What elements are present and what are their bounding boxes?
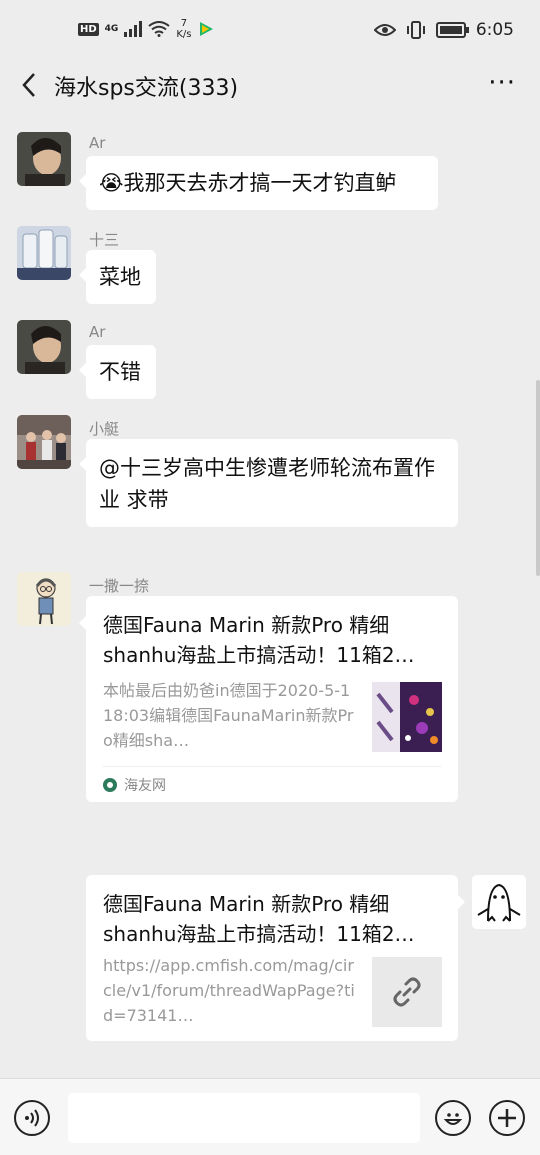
link-placeholder	[372, 957, 442, 1027]
source-name: 海友网	[124, 777, 166, 794]
message-text: @十三岁高中生惨遭老师轮流布置作业 求带	[99, 456, 435, 512]
plus-icon	[498, 1109, 516, 1127]
message-bubble[interactable]: @十三岁高中生惨遭老师轮流布置作业 求带	[79, 439, 458, 527]
card-description: 本帖最后由奶爸in德国于2020-5-118:03编辑德国FaunaMarin新…	[103, 681, 354, 750]
sender-name: 十三	[89, 231, 120, 249]
avatar[interactable]	[17, 320, 71, 374]
sender-name: Ar	[89, 323, 106, 341]
status-bar: HD 4G 7 K/s 6:05	[0, 0, 540, 60]
smiley-icon	[443, 1113, 463, 1125]
message-text: 菜地	[99, 265, 141, 289]
chat-title: 海水sps交流(333)	[54, 76, 239, 101]
card-description: https://app.cmfish.com/mag/circle/v1/for…	[103, 956, 355, 1025]
status-right: 6:05	[373, 20, 514, 40]
message-text: 不错	[99, 360, 141, 384]
cellular-signal-icon	[124, 21, 143, 37]
hd-badge: HD	[78, 22, 99, 36]
speed-unit: K/s	[176, 29, 192, 40]
more-functions-button[interactable]	[489, 1100, 525, 1136]
message-bubble[interactable]: 菜地	[79, 250, 156, 304]
card-title: 德国Fauna Marin 新款Pro 精细shanhu海盐上市搞活动！11箱2…	[103, 892, 415, 946]
network-type: 4G	[104, 24, 119, 34]
input-bar	[0, 1078, 540, 1155]
sender-name: 一撒一捺	[89, 577, 150, 595]
avatar[interactable]	[17, 226, 71, 280]
status-left: HD 4G 7 K/s	[78, 18, 215, 40]
avatar[interactable]	[17, 132, 71, 186]
vibrate-icon	[406, 21, 425, 39]
message-bubble[interactable]: 😭我那天去赤才搞一天才钓直鲈	[79, 156, 438, 210]
sender-name: 小艇	[89, 420, 120, 438]
avatar[interactable]	[17, 572, 71, 626]
scrollbar[interactable]	[536, 380, 540, 576]
emoji-button[interactable]	[435, 1100, 471, 1136]
message-bubble[interactable]: 不错	[79, 345, 156, 399]
message-text: 我那天去赤才搞一天才钓直鲈	[123, 171, 397, 195]
card-thumbnail	[372, 682, 442, 752]
battery-icon	[435, 22, 469, 38]
my-avatar[interactable]	[472, 875, 526, 929]
crying-emoji-icon: 😭	[99, 171, 124, 195]
voice-icon	[25, 1109, 39, 1127]
battery-fill	[439, 26, 462, 34]
avatar[interactable]	[17, 415, 71, 469]
voice-button[interactable]	[14, 1100, 50, 1136]
chat-header: 海水sps交流(333) ···	[0, 60, 540, 110]
source-logo-icon	[103, 777, 117, 792]
more-options-icon[interactable]: ···	[488, 70, 516, 96]
card-title: 德国Fauna Marin 新款Pro 精细shanhu海盐上市搞活动！11箱2…	[103, 613, 415, 667]
card-source: 海友网	[103, 766, 441, 802]
sender-name: Ar	[89, 134, 106, 152]
wifi-icon	[148, 21, 170, 37]
link-card[interactable]: 德国Fauna Marin 新款Pro 精细shanhu海盐上市搞活动！11箱2…	[86, 875, 465, 1041]
video-app-icon	[200, 22, 214, 36]
link-icon	[393, 977, 421, 1007]
link-card[interactable]: 德国Fauna Marin 新款Pro 精细shanhu海盐上市搞活动！11箱2…	[79, 596, 458, 802]
network-speed: 7 K/s	[176, 18, 191, 40]
speed-value: 7	[180, 18, 188, 29]
back-arrow-icon[interactable]	[16, 70, 46, 100]
message-input[interactable]	[68, 1093, 420, 1143]
clock: 6:05	[475, 20, 514, 40]
eye-icon	[373, 24, 396, 36]
